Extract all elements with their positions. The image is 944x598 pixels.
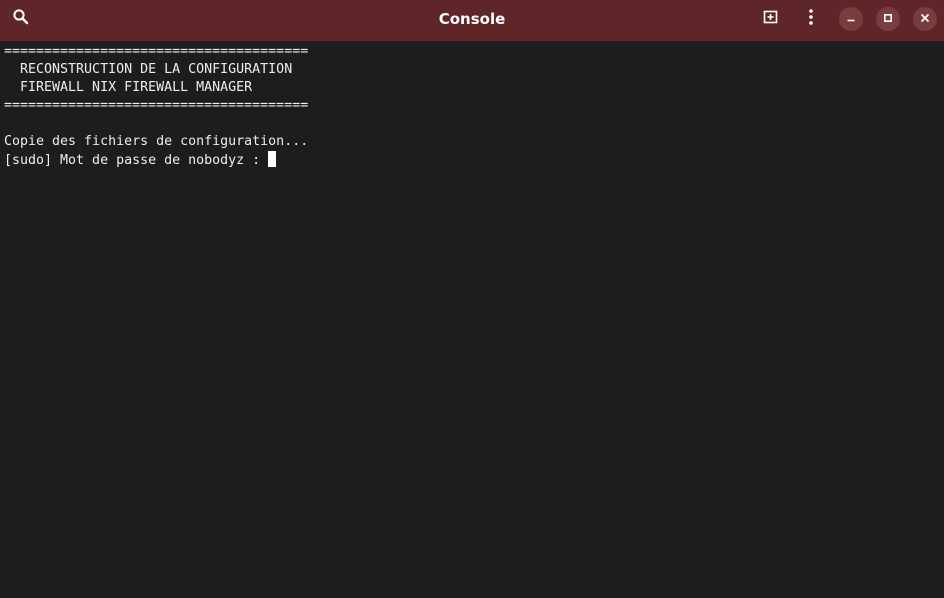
terminal-window: Console ================================… [0,0,944,598]
menu-button[interactable] [798,6,824,32]
terminal-line: Copie des fichiers de configuration... [4,134,309,149]
new-tab-button[interactable] [758,6,784,32]
minimize-button[interactable] [839,7,863,31]
password-prompt: [sudo] Mot de passe de nobodyz : [4,153,269,168]
minimize-icon [846,10,856,28]
new-tab-icon [763,9,779,30]
titlebar[interactable]: Console [0,0,944,42]
terminal-line: FIREWALL NIX FIREWALL MANAGER [4,80,253,95]
maximize-icon [883,10,893,28]
close-icon [920,10,930,28]
terminal-line: ====================================== [4,98,309,113]
password-prompt-line[interactable]: [sudo] Mot de passe de nobodyz : [4,151,940,169]
text-cursor [268,151,277,167]
close-button[interactable] [913,7,937,31]
maximize-button[interactable] [876,7,900,31]
terminal-line: ====================================== [4,44,309,59]
terminal-output[interactable]: ====================================== R… [0,43,944,598]
terminal-line: RECONSTRUCTION DE LA CONFIGURATION [4,62,293,77]
kebab-menu-icon [808,8,814,31]
